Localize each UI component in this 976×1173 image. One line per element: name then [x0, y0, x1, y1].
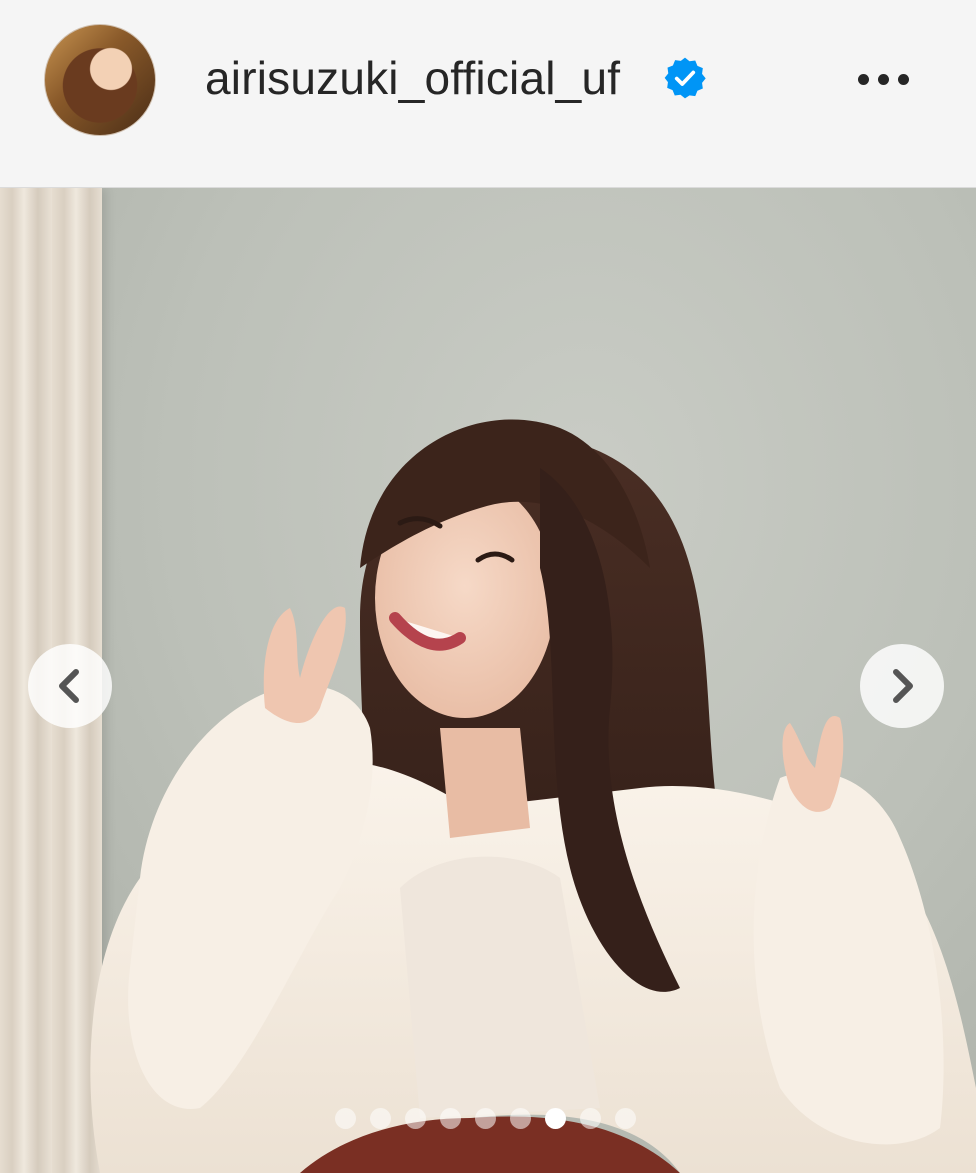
more-options-icon	[878, 74, 889, 85]
profile-avatar[interactable]	[44, 24, 156, 136]
more-options-button[interactable]	[852, 58, 916, 102]
carousel-dot	[510, 1108, 531, 1129]
carousel-dot	[440, 1108, 461, 1129]
chevron-right-icon	[893, 669, 913, 703]
carousel-dot	[370, 1108, 391, 1129]
carousel-dot	[545, 1108, 566, 1129]
chevron-left-icon	[59, 669, 79, 703]
carousel-dot	[405, 1108, 426, 1129]
carousel-indicator	[335, 1108, 636, 1130]
next-photo-button[interactable]	[860, 644, 944, 728]
carousel-dot	[580, 1108, 601, 1129]
post-header: airisuzuki_official_uf	[0, 0, 976, 188]
carousel-dot	[615, 1108, 636, 1129]
more-options-icon	[898, 74, 909, 85]
previous-photo-button[interactable]	[28, 644, 112, 728]
carousel-dot	[335, 1108, 356, 1129]
carousel-dot	[475, 1108, 496, 1129]
verified-badge-icon	[664, 57, 706, 99]
more-options-icon	[858, 74, 869, 85]
username-link[interactable]: airisuzuki_official_uf	[205, 50, 620, 106]
post-media[interactable]	[0, 188, 976, 1173]
post-photo	[90, 419, 976, 1173]
